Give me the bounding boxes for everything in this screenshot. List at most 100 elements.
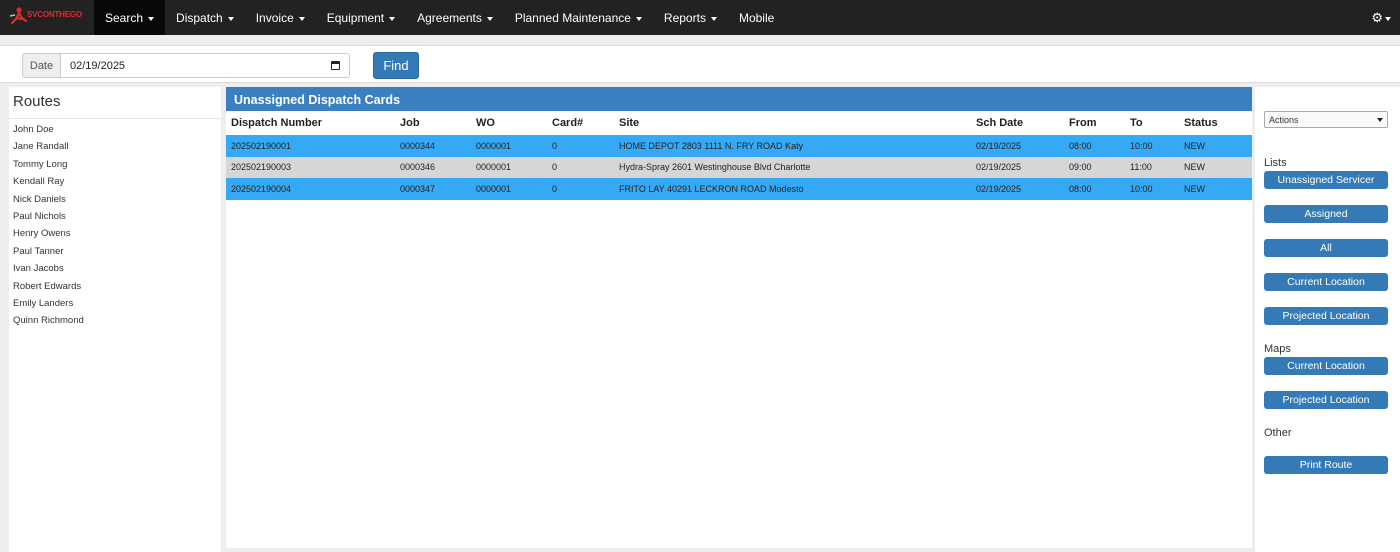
cell-site: Hydra-Spray 2601 Westinghouse Blvd Charl… [619,162,811,173]
caret-down-icon [710,16,717,21]
cell-dispatch-number: 202502190004 [231,183,292,194]
print-route-button[interactable]: Print Route [1264,456,1388,474]
route-item[interactable]: Ivan Jacobs [9,260,221,277]
all-button[interactable]: All [1264,239,1388,257]
col-wo[interactable]: WO [476,111,495,135]
route-item[interactable]: Jane Randall [9,138,221,155]
table-row[interactable]: 202502190004 0000347 0000001 0 FRITO LAY 402… [226,178,1252,200]
routes-panel: Routes John Doe Jane Randall Tommy Long Ken… [9,87,221,552]
list-projected-location-button[interactable]: Projected Location [1264,307,1388,325]
cell-job: 0000344 [400,140,436,151]
nav-label: Dispatch [176,10,223,25]
caret-down-icon [635,16,642,21]
caret-down-icon [389,16,396,21]
cell-status: NEW [1184,183,1205,194]
table-row[interactable]: 202502190003 0000346 0000001 0 Hydra-Spray 2… [226,156,1252,178]
caret-down-icon [148,16,155,21]
nav-invoice[interactable]: Invoice [245,0,316,35]
unassigned-servicer-button[interactable]: Unassigned Servicer [1264,171,1388,189]
route-item[interactable]: Paul Tanner [9,243,221,260]
nav-dispatch[interactable]: Dispatch [165,0,245,35]
top-navbar: SVCONTHEGO Search Dispatch Invoice Equipmen… [0,0,1400,35]
routes-title: Routes [9,87,221,119]
date-value: 02/19/2025 [70,59,126,72]
cell-wo: 0000001 [476,162,512,173]
cell-status: NEW [1184,162,1205,173]
map-current-location-button[interactable]: Current Location [1264,357,1388,375]
cell-card: 0 [552,162,558,173]
col-from[interactable]: From [1069,111,1097,135]
cell-wo: 0000001 [476,183,512,194]
col-dispatch-number[interactable]: Dispatch Number [231,111,322,135]
cell-from: 09:00 [1069,162,1092,173]
cell-from: 08:00 [1069,183,1092,194]
date-label: Date [22,53,60,78]
table-body: 202502190001 0000344 0000001 0 HOME DEPOT 28… [226,135,1252,200]
route-item[interactable]: Henry Owens [9,225,221,242]
col-job[interactable]: Job [400,111,420,135]
col-status[interactable]: Status [1184,111,1218,135]
cell-dispatch-number: 202502190001 [231,140,292,151]
route-item[interactable]: Emily Landers [9,295,221,312]
nav-label: Reports [663,10,706,25]
cell-from: 08:00 [1069,140,1092,151]
list-current-location-button[interactable]: Current Location [1264,273,1388,291]
cell-status: NEW [1184,140,1205,151]
route-item[interactable]: Robert Edwards [9,278,221,295]
cell-sch-date: 02/19/2025 [976,183,1022,194]
brand-logo[interactable]: SVCONTHEGO [8,6,82,28]
maps-label: Maps [1264,343,1291,355]
route-item[interactable]: Paul Nichols [9,208,221,225]
filter-bar: Date 02/19/2025 Find [0,45,1400,83]
brand-figure-icon [8,6,30,28]
nav-agreements[interactable]: Agreements [406,0,504,35]
cell-dispatch-number: 202502190003 [231,162,292,173]
nav-reports[interactable]: Reports [653,0,728,35]
cell-sch-date: 02/19/2025 [976,140,1022,151]
map-projected-location-button[interactable]: Projected Location [1264,391,1388,409]
cell-site: HOME DEPOT 2803 1111 N. FRY ROAD Katy [619,140,804,151]
nav-mobile[interactable]: Mobile [728,0,785,35]
actions-select[interactable]: Actions [1264,111,1388,128]
col-card[interactable]: Card# [552,111,583,135]
gear-icon: ⚙ [1371,10,1383,25]
caret-down-icon [298,16,305,21]
main-nav: Search Dispatch Invoice Equipment Agreements… [94,0,785,35]
route-item[interactable]: Nick Daniels [9,191,221,208]
route-item[interactable]: Tommy Long [9,156,221,173]
settings-menu[interactable]: ⚙ [1371,10,1391,26]
table-header: Dispatch Number Job WO Card# Site Sch Da… [226,111,1252,135]
chevron-down-icon [1377,117,1383,122]
route-item[interactable]: Kendall Ray [9,173,221,190]
cell-to: 11:00 [1130,162,1152,173]
nav-search[interactable]: Search [94,0,166,35]
table-row[interactable]: 202502190001 0000344 0000001 0 HOME DEPOT 28… [226,135,1252,157]
route-item[interactable]: Quinn Richmond [9,312,221,329]
col-sch-date[interactable]: Sch Date [976,111,1023,135]
cell-to: 10:00 [1130,140,1153,151]
find-button[interactable]: Find [373,52,419,79]
date-input[interactable]: 02/19/2025 [60,53,350,78]
nav-label: Invoice [255,10,294,25]
cell-card: 0 [552,140,558,151]
col-to[interactable]: To [1130,111,1143,135]
nav-label: Equipment [326,10,385,25]
calendar-icon[interactable] [331,61,340,70]
routes-list: John Doe Jane Randall Tommy Long Kendall Ra… [9,119,221,330]
caret-down-icon [227,16,234,21]
cell-card: 0 [552,183,558,194]
col-site[interactable]: Site [619,111,639,135]
nav-label: Agreements [417,10,482,25]
nav-label: Search [105,10,144,25]
nav-equipment[interactable]: Equipment [316,0,406,35]
assigned-button[interactable]: Assigned [1264,205,1388,223]
date-filter: Date 02/19/2025 [22,53,350,78]
nav-label: Planned Maintenance [514,10,631,25]
cell-wo: 0000001 [476,140,512,151]
nav-planned-maintenance[interactable]: Planned Maintenance [504,0,653,35]
cell-sch-date: 02/19/2025 [976,162,1022,173]
lists-label: Lists [1264,157,1287,169]
route-item[interactable]: John Doe [9,121,221,138]
actions-select-value: Actions [1269,114,1299,125]
actions-sidebar: Actions Lists Unassigned Servicer Assign… [1255,87,1400,552]
